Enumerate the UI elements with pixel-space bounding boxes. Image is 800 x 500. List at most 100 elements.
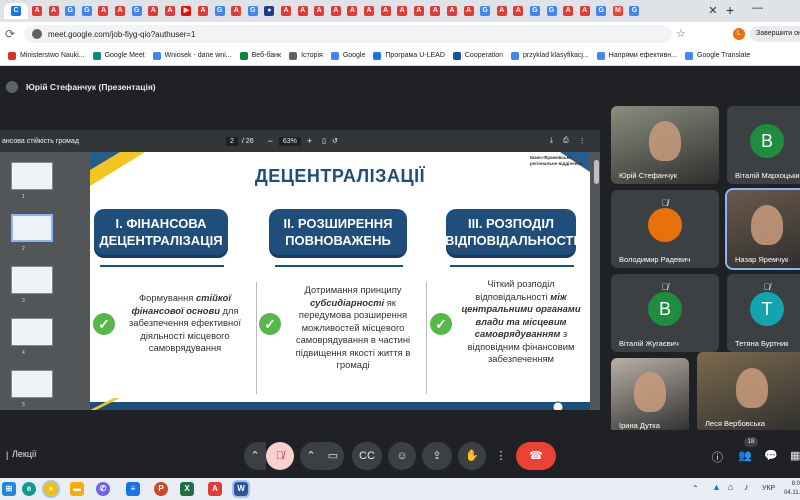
browser-tab[interactable]: A [428, 3, 443, 19]
chrome-icon[interactable]: ● [42, 480, 60, 498]
raise-hand-button[interactable]: ✋ [458, 442, 486, 470]
bookmark-item[interactable]: Cooperation [452, 51, 503, 60]
more-options-button[interactable]: ⋮ [492, 442, 510, 470]
download-icon[interactable]: ⤓ [550, 137, 553, 145]
browser-tab[interactable]: A [444, 3, 459, 19]
bookmark-item[interactable]: Ministerstwo Nauki... [8, 51, 85, 60]
bookmark-item[interactable]: Google [330, 51, 365, 60]
browser-tab[interactable]: G [129, 3, 144, 19]
print-icon[interactable]: ⎙ [563, 137, 569, 145]
browser-tab[interactable]: G [63, 3, 78, 19]
update-button[interactable]: Завершити оновле [750, 26, 800, 42]
browser-tab[interactable]: A [196, 3, 211, 19]
omnibox[interactable]: meet.google.com/job-fiyg-qio?authuser=1 [24, 25, 672, 43]
browser-tab[interactable]: A [494, 3, 509, 19]
participant-tile[interactable]: 🎙̸ Володимир Радевич [611, 190, 719, 268]
viber-icon[interactable]: ✆ [96, 482, 110, 496]
participant-tile[interactable]: Ірина Дутка [611, 358, 689, 434]
browser-tab[interactable]: G [478, 3, 493, 19]
network-icon[interactable]: ⌂ [728, 482, 733, 492]
windows-start-icon[interactable]: ⊞ [2, 482, 16, 496]
meeting-details-icon[interactable]: ⓘ [712, 449, 723, 465]
browser-tab[interactable]: G [245, 3, 260, 19]
pdf-thumbnail[interactable] [11, 370, 53, 398]
browser-tab[interactable]: A [96, 3, 111, 19]
reactions-button[interactable]: ☺ [388, 442, 416, 470]
meeting-info-icon[interactable]: | [6, 450, 8, 460]
bookmark-item[interactable]: Напрями ефективн... [596, 51, 677, 60]
clock[interactable]: 8:0 04.11. [784, 480, 800, 498]
close-tab-icon[interactable]: ✕ [706, 4, 720, 18]
browser-tab[interactable]: G [544, 3, 559, 19]
browser-tab[interactable]: ● [262, 3, 277, 19]
tray-app-icon[interactable]: ▲ [712, 482, 721, 492]
zoom-in-icon[interactable]: + [307, 136, 312, 146]
bookmark-item[interactable]: Історія [289, 51, 323, 60]
video-options-button[interactable]: ⌃ [300, 442, 322, 470]
pdf-scrollbar-track[interactable] [593, 152, 600, 410]
chat-icon[interactable]: 💬 [764, 449, 778, 462]
mic-off-button[interactable]: 🎙̸ [266, 442, 294, 470]
bookmark-item[interactable]: Google Meet [92, 51, 145, 60]
participant-tile[interactable]: В 🎙̸ Віталій Жугаєвич [611, 274, 719, 352]
powerpoint-icon[interactable]: P [154, 482, 168, 496]
browser-tab[interactable]: A [279, 3, 294, 19]
reload-icon[interactable]: ⟳ [2, 27, 18, 41]
bookmark-item[interactable]: Google Translate [685, 51, 750, 60]
browser-tab[interactable]: A [229, 3, 244, 19]
browser-tab[interactable]: A [295, 3, 310, 19]
browser-tab[interactable]: A [113, 3, 128, 19]
bookmark-item[interactable]: Веб-банк [239, 51, 281, 60]
browser-tab[interactable]: G [212, 3, 227, 19]
file-explorer-icon[interactable]: ▬ [70, 482, 84, 496]
participant-tile[interactable]: Назар Яремчук [725, 188, 800, 270]
browser-tab[interactable]: A [361, 3, 376, 19]
more-options-icon[interactable]: ⋮ [579, 137, 586, 145]
profile-avatar[interactable]: L [733, 28, 745, 40]
tray-chevron-icon[interactable]: ⌃ [692, 484, 699, 493]
language-indicator[interactable]: УКР [762, 485, 775, 492]
browser-tab[interactable]: ▶ [179, 3, 194, 19]
activities-icon[interactable]: ▦ [790, 449, 800, 462]
browser-tab[interactable]: A [378, 3, 393, 19]
browser-tab[interactable]: G [79, 3, 94, 19]
zoom-level[interactable]: 63% [278, 136, 301, 146]
browser-tab[interactable]: A [312, 3, 327, 19]
page-number-input[interactable]: 2 [226, 136, 238, 146]
people-icon[interactable]: 👥 [738, 449, 752, 462]
participant-tile[interactable]: В Віталій Мархоцький [727, 106, 800, 184]
browser-tab[interactable]: A [328, 3, 343, 19]
browser-tab[interactable]: A [577, 3, 592, 19]
pdf-thumbnail[interactable] [11, 318, 53, 346]
participant-tile[interactable]: Т 🎙̸ Тетяна Буртник [727, 274, 800, 352]
browser-tab[interactable]: A [162, 3, 177, 19]
browser-tab[interactable]: G [594, 3, 609, 19]
minimize-icon[interactable]: — [752, 2, 763, 14]
site-info-icon[interactable] [32, 29, 42, 39]
app-icon[interactable]: ≡ [126, 482, 140, 496]
fit-page-icon[interactable]: ▯ [322, 137, 326, 145]
new-tab-button[interactable]: + [726, 3, 734, 17]
browser-tab[interactable]: A [345, 3, 360, 19]
rotate-icon[interactable]: ↺ [332, 137, 338, 145]
leave-call-button[interactable]: ☎ [516, 442, 556, 470]
participant-tile[interactable]: Юрій Стефанчук [611, 106, 719, 184]
browser-tab[interactable]: C [4, 3, 28, 19]
browser-tab[interactable]: A [461, 3, 476, 19]
edge-icon[interactable]: e [22, 482, 36, 496]
browser-tab[interactable]: A [511, 3, 526, 19]
pdf-thumbnail[interactable] [11, 162, 53, 190]
audio-options-button[interactable]: ⌃ [244, 442, 266, 470]
captions-button[interactable]: CC [352, 442, 382, 470]
browser-tab[interactable]: A [46, 3, 61, 19]
pdf-scrollbar-thumb[interactable] [594, 160, 599, 184]
excel-icon[interactable]: X [180, 482, 194, 496]
zoom-out-icon[interactable]: − [268, 136, 273, 146]
pdf-thumbnail[interactable] [11, 266, 53, 294]
volume-icon[interactable]: ♪ [744, 482, 749, 492]
pdf-reader-icon[interactable]: A [208, 482, 222, 496]
bookmark-star-icon[interactable]: ☆ [676, 27, 686, 40]
browser-tab[interactable]: G [627, 3, 642, 19]
browser-tab[interactable]: A [30, 3, 45, 19]
participant-tile[interactable]: Леся Вербовська [697, 352, 800, 432]
